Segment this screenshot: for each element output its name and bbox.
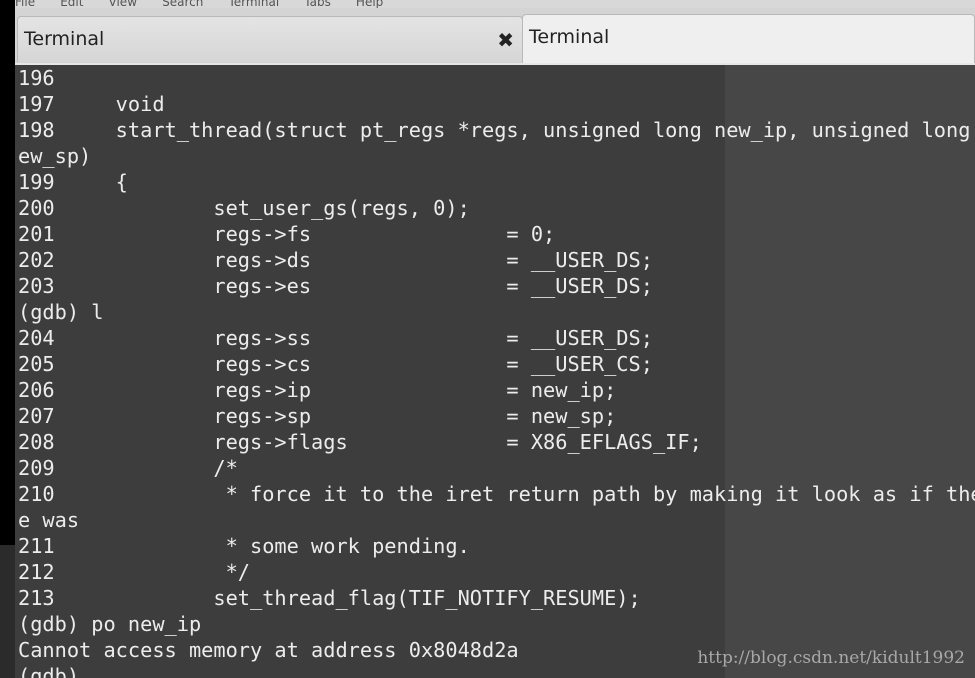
terminal-line: 205 regs->cs = __USER_CS; [18, 352, 653, 376]
background-window-edge-lower [0, 545, 15, 678]
tab-label: Terminal [529, 26, 610, 48]
tab-bar: Terminal ✖ Terminal [15, 8, 975, 63]
terminal-output[interactable]: 196 197 void 198 start_thread(struct pt_re… [15, 63, 975, 678]
menu-help[interactable]: Help [356, 0, 383, 8]
terminal-line: 201 regs->fs = 0; [18, 222, 556, 246]
menu-search[interactable]: Search [162, 0, 203, 8]
terminal-line: 213 set_thread_flag(TIF_NOTIFY_RESUME); [18, 586, 641, 610]
terminal-line: (gdb) l [18, 300, 104, 324]
terminal-line: 204 regs->ss = __USER_DS; [18, 326, 653, 350]
terminal-line: ew_sp) [18, 144, 92, 168]
terminal-line: 207 regs->sp = new_sp; [18, 404, 617, 428]
tab-terminal-1[interactable]: Terminal ✖ [17, 16, 523, 62]
terminal-line: (gdb) po new_ip [18, 612, 202, 636]
terminal-line: 197 void [18, 92, 165, 116]
terminal-line: 212 */ [18, 560, 250, 584]
menubar: File Edit View Search Terminal Tabs Help [15, 0, 975, 8]
terminal-line: 206 regs->ip = new_ip; [18, 378, 617, 402]
terminal-line: 209 /* [18, 456, 238, 480]
close-icon[interactable]: ✖ [497, 28, 514, 52]
menu-edit[interactable]: Edit [60, 0, 83, 8]
terminal-line: 199 { [18, 170, 128, 194]
tab-terminal-2[interactable]: Terminal [522, 14, 975, 63]
terminal-line: 211 * some work pending. [18, 534, 470, 558]
menu-terminal[interactable]: Terminal [228, 0, 279, 8]
terminal-line: 200 set_user_gs(regs, 0); [18, 196, 470, 220]
terminal-line: 196 [18, 66, 55, 90]
menu-file[interactable]: File [15, 0, 35, 8]
terminal-lines: 196 197 void 198 start_thread(struct pt_re… [18, 65, 975, 678]
terminal-line: 208 regs->flags = X86_EFLAGS_IF; [18, 430, 702, 454]
menu-view[interactable]: View [109, 0, 137, 8]
terminal-line: 198 start_thread(struct pt_regs *regs, u… [18, 118, 975, 142]
menu-tabs[interactable]: Tabs [304, 0, 331, 8]
terminal-line: 210 * force it to the iret return path b… [18, 482, 975, 506]
tab-label: Terminal [24, 28, 105, 50]
terminal-line: e was [18, 508, 80, 532]
terminal-line: 203 regs->es = __USER_DS; [18, 274, 653, 298]
terminal-line: 202 regs->ds = __USER_DS; [18, 248, 653, 272]
watermark: http://blog.csdn.net/kidult1992 [697, 648, 965, 668]
